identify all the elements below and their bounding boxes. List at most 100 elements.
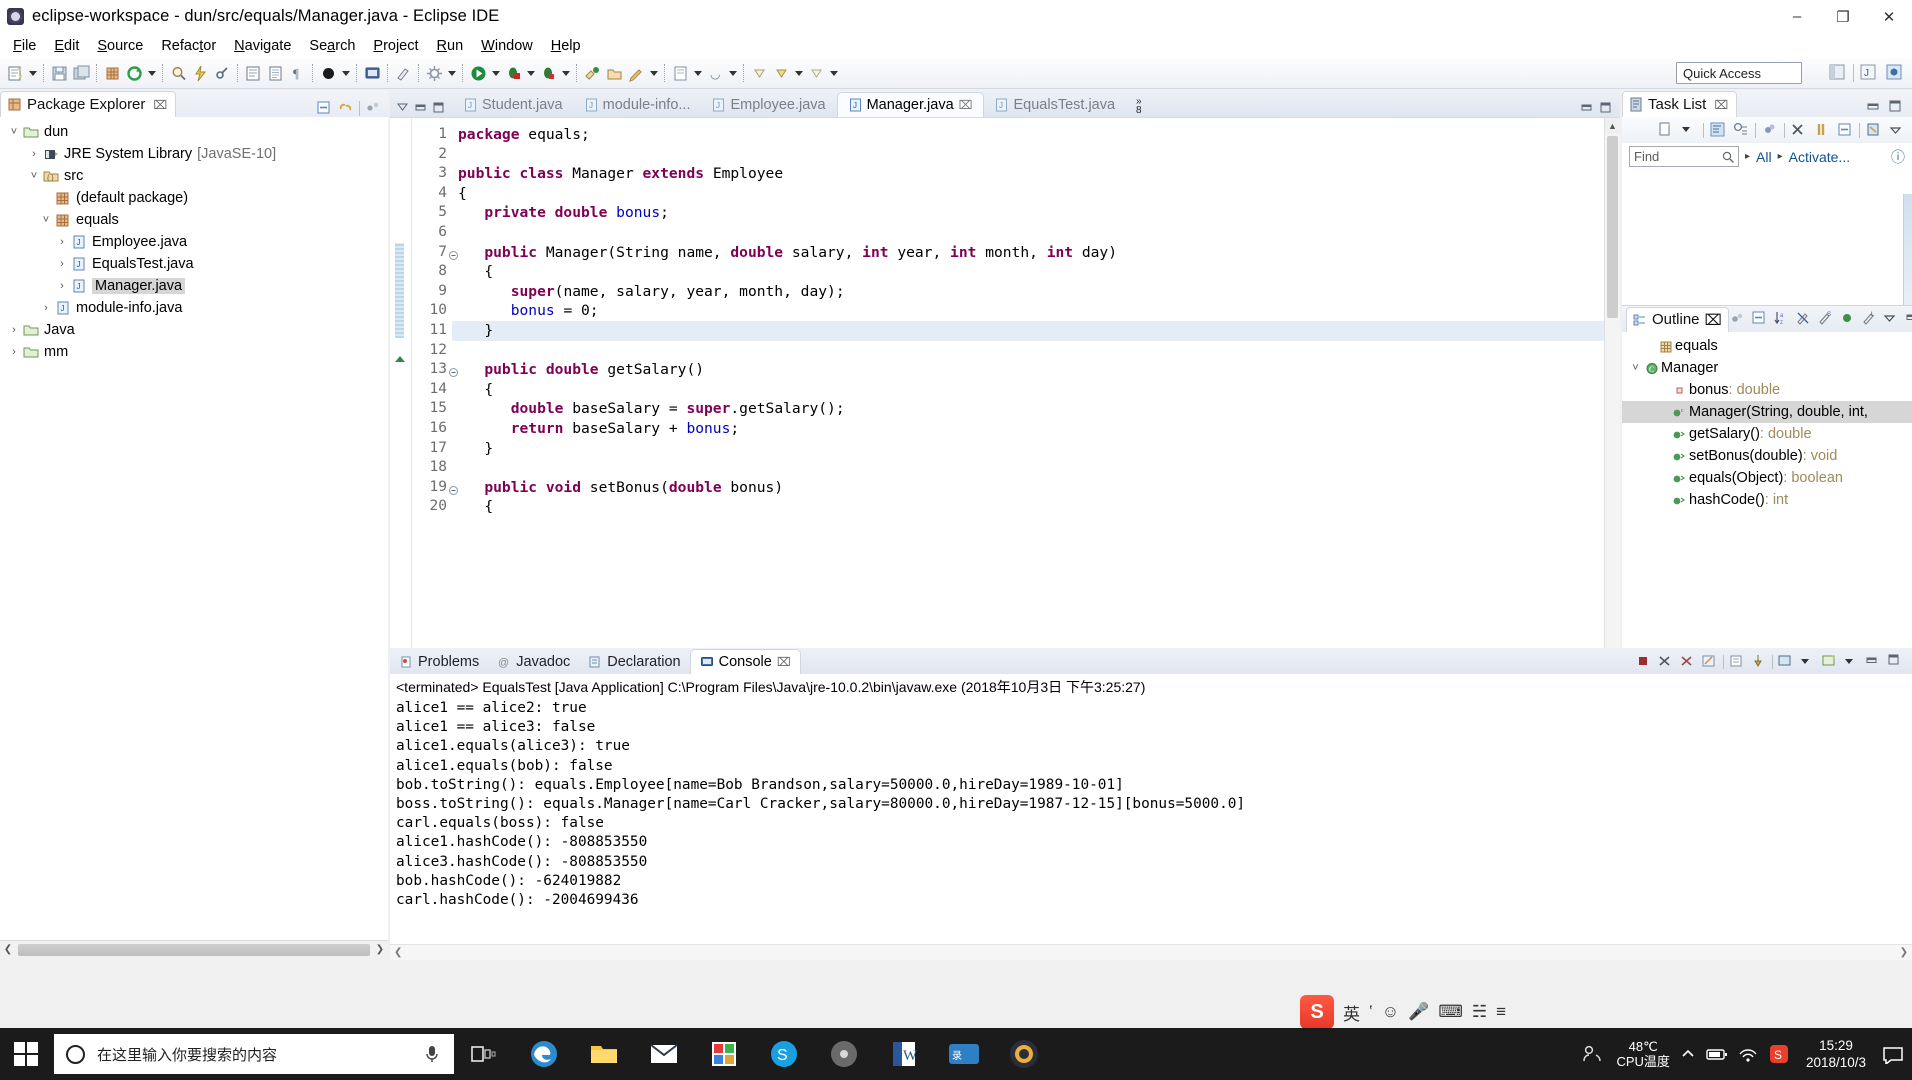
- open-console-icon[interactable]: [1821, 653, 1839, 671]
- search-icon[interactable]: [167, 62, 189, 84]
- breakpoints-dropdown-icon[interactable]: [339, 62, 352, 84]
- editor-tab-student[interactable]: J Student.java: [453, 92, 574, 117]
- open-console-dropdown-icon[interactable]: [1843, 653, 1861, 671]
- minimize-icon[interactable]: [1905, 310, 1912, 328]
- maximize-button[interactable]: ❐: [1820, 0, 1866, 33]
- expand-chevron-icon[interactable]: ›: [6, 346, 22, 358]
- tree-row[interactable]: › J EqualsTest.java: [0, 253, 388, 275]
- maximize-icon[interactable]: [1887, 653, 1905, 671]
- debug-icon[interactable]: [502, 62, 524, 84]
- word-icon[interactable]: W: [874, 1028, 934, 1080]
- collapse-all-icon[interactable]: [1751, 310, 1769, 328]
- menu-source[interactable]: Source: [88, 36, 152, 56]
- editor-tab-overflow-button[interactable]: » 8: [1136, 97, 1142, 116]
- previous-annotation-icon[interactable]: [748, 62, 770, 84]
- notification-icon[interactable]: [1882, 1044, 1904, 1064]
- pencil-dropdown-icon[interactable]: [647, 62, 660, 84]
- close-icon[interactable]: ⌧: [777, 655, 791, 669]
- eclipse-icon[interactable]: [994, 1028, 1054, 1080]
- view-menu-icon[interactable]: [364, 99, 382, 117]
- sogou-tray-icon[interactable]: S: [1768, 1043, 1790, 1065]
- display-selected-console-icon[interactable]: [1777, 653, 1795, 671]
- recorder-icon[interactable]: 录: [934, 1028, 994, 1080]
- code-line[interactable]: {: [452, 497, 1620, 517]
- maximize-icon[interactable]: [1888, 99, 1906, 117]
- file-explorer-icon[interactable]: [574, 1028, 634, 1080]
- minimize-icon[interactable]: [414, 101, 427, 113]
- view-menu-icon[interactable]: [396, 101, 409, 113]
- menu-project[interactable]: Project: [364, 36, 427, 56]
- mic-icon[interactable]: [424, 1043, 442, 1065]
- store-icon[interactable]: [694, 1028, 754, 1080]
- outline-row[interactable]: equals(Object) : boolean: [1622, 467, 1912, 489]
- battery-icon[interactable]: [1706, 1046, 1728, 1062]
- scroll-left-icon[interactable]: ❮: [394, 947, 402, 958]
- clear-console-icon[interactable]: [1701, 653, 1719, 671]
- hide-nonpublic-icon[interactable]: [1839, 310, 1857, 328]
- tab-task-list[interactable]: Task List ⌧: [1622, 91, 1738, 117]
- pin-console-icon[interactable]: [1750, 653, 1768, 671]
- view-menu-icon[interactable]: [1888, 121, 1906, 139]
- expand-chevron-icon[interactable]: ›: [6, 324, 22, 336]
- code-line[interactable]: [452, 458, 1620, 478]
- ime-toolbox-icon[interactable]: ☵: [1472, 1002, 1487, 1022]
- link-with-editor-icon[interactable]: [337, 99, 355, 117]
- coverage-dropdown-icon[interactable]: [559, 62, 572, 84]
- save-all-icon[interactable]: [70, 62, 92, 84]
- code-line[interactable]: double baseSalary = super.getSalary();: [452, 399, 1620, 419]
- taskbar-clock[interactable]: 15:29 2018/10/3: [1800, 1037, 1872, 1071]
- outline-row[interactable]: bonus : double: [1622, 379, 1912, 401]
- open-type-dropdown-icon[interactable]: [726, 62, 739, 84]
- code-line[interactable]: [452, 341, 1620, 361]
- code-line[interactable]: return baseSalary + bonus;: [452, 419, 1620, 439]
- outline-row[interactable]: getSalary() : double: [1622, 423, 1912, 445]
- remove-launch-icon[interactable]: [1657, 653, 1675, 671]
- skype-icon[interactable]: S: [754, 1028, 814, 1080]
- maximize-icon[interactable]: [1599, 101, 1612, 113]
- code-line[interactable]: [452, 223, 1620, 243]
- expand-chevron-icon[interactable]: ˅: [38, 214, 54, 226]
- restore-icon[interactable]: [1813, 121, 1831, 139]
- console-output-area[interactable]: <terminated> EqualsTest [Java Applicatio…: [390, 674, 1912, 944]
- terminate-icon[interactable]: [1635, 653, 1653, 671]
- open-console-icon[interactable]: [361, 62, 383, 84]
- minimize-icon[interactable]: [1580, 101, 1593, 113]
- next-annotation-icon[interactable]: [770, 62, 792, 84]
- back-icon[interactable]: [805, 62, 827, 84]
- remove-all-icon[interactable]: [1679, 653, 1697, 671]
- task-list-body[interactable]: [1622, 170, 1912, 305]
- taskbar-search-input[interactable]: 在这里输入你要搜索的内容: [54, 1034, 454, 1074]
- tab-declaration[interactable]: Declaration: [579, 649, 689, 674]
- expand-chevron-icon[interactable]: ›: [54, 236, 70, 248]
- code-line[interactable]: [452, 145, 1620, 165]
- collapse-all-icon[interactable]: [1836, 121, 1854, 139]
- run-icon[interactable]: [467, 62, 489, 84]
- code-line[interactable]: package equals;: [452, 125, 1620, 145]
- close-button[interactable]: ✕: [1866, 0, 1912, 33]
- debug-dropdown-icon[interactable]: [524, 62, 537, 84]
- tab-console[interactable]: Console ⌧: [689, 649, 801, 674]
- new-class-dropdown-icon[interactable]: [691, 62, 704, 84]
- scroll-right-icon[interactable]: ❯: [1900, 947, 1908, 958]
- menu-file[interactable]: File: [4, 36, 45, 56]
- code-line[interactable]: super(name, salary, year, month, day);: [452, 282, 1620, 302]
- build-all-icon[interactable]: [423, 62, 445, 84]
- code-line[interactable]: {: [452, 184, 1620, 204]
- cpu-temperature-widget[interactable]: 48℃ CPU温度: [1616, 1039, 1669, 1069]
- menu-edit[interactable]: Edit: [45, 36, 88, 56]
- menu-window[interactable]: Window: [472, 36, 542, 56]
- synchronize-icon[interactable]: [1865, 121, 1883, 139]
- code-line[interactable]: public double getSalary(): [452, 360, 1620, 380]
- ime-emoji-icon[interactable]: ☺: [1382, 1002, 1399, 1022]
- filter-all-link[interactable]: All: [1756, 149, 1772, 165]
- hide-local-types-icon[interactable]: L: [1861, 310, 1879, 328]
- outline-row[interactable]: setBonus(double) : void: [1622, 445, 1912, 467]
- new-task-icon[interactable]: [1657, 121, 1675, 139]
- filter-activate-link[interactable]: Activate...: [1789, 149, 1850, 165]
- quick-access-field[interactable]: Quick Access: [1676, 62, 1802, 84]
- expand-chevron-icon[interactable]: ›: [54, 280, 70, 292]
- console-dropdown-icon[interactable]: [1799, 653, 1817, 671]
- sort-icon[interactable]: az: [1773, 310, 1791, 328]
- new-wizard-icon[interactable]: [4, 62, 26, 84]
- view-menu-icon[interactable]: [1883, 310, 1901, 328]
